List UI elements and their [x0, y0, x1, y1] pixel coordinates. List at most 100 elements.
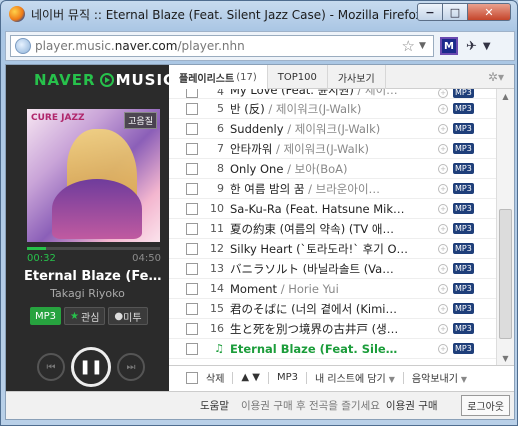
logout-button[interactable]: 로그아웃: [461, 395, 510, 416]
add-circle-icon[interactable]: +: [438, 183, 448, 194]
playlist-row[interactable]: 5 반 (反) / 제이워크(J-Walk) + MP3: [169, 99, 496, 119]
mp3-badge[interactable]: MP3: [453, 103, 474, 114]
like-button[interactable]: ★ 관심: [64, 307, 106, 325]
mp3-badge[interactable]: MP3: [453, 123, 474, 134]
buy-pass-link[interactable]: 이용권 구매: [386, 398, 438, 413]
now-playing-artist[interactable]: Takagi Riyoko: [6, 287, 169, 300]
add-circle-icon[interactable]: +: [438, 223, 448, 234]
gear-icon[interactable]: ✲▾: [478, 65, 514, 89]
chevron-down-icon[interactable]: ▼: [483, 41, 491, 52]
scroll-thumb[interactable]: [499, 209, 512, 339]
track-name[interactable]: 生と死を別つ境界の古井戸 (생…: [230, 321, 434, 337]
row-checkbox[interactable]: [186, 222, 198, 235]
help-link[interactable]: 도움말: [200, 398, 229, 413]
pause-button[interactable]: ❚❚: [71, 347, 111, 387]
row-checkbox[interactable]: [186, 202, 198, 215]
progress-bar[interactable]: [27, 247, 160, 250]
track-name[interactable]: バニラソルト (바닐라솔트 (Va…: [230, 261, 434, 277]
playlist-row[interactable]: 8 Only One / 보아(BoA) + MP3: [169, 159, 496, 179]
bookmark-star-icon[interactable]: ☆: [402, 37, 415, 55]
url-dropdown-icon[interactable]: ▼: [419, 41, 433, 51]
row-checkbox[interactable]: [186, 142, 198, 155]
row-checkbox[interactable]: [186, 89, 198, 98]
row-checkbox[interactable]: [186, 242, 198, 255]
minimize-button[interactable]: −: [417, 3, 443, 21]
playlist-row[interactable]: 7 안타까워 / 제이워크(J-Walk) + MP3: [169, 139, 496, 159]
track-name[interactable]: 君のそばに (너의 곁에서 (Kimi…: [230, 301, 434, 317]
playlist-row[interactable]: 11 夏の約束 (여름의 약속) (TV 애… + MP3: [169, 219, 496, 239]
playlist-row[interactable]: 4 My Love (Feat. 윤지원) / 제이… + MP3: [169, 89, 496, 99]
naver-music-logo[interactable]: NAVER MUSIC: [34, 71, 175, 89]
row-checkbox[interactable]: [186, 282, 198, 295]
previous-button[interactable]: ⏮: [37, 353, 65, 381]
extension-m-icon[interactable]: M: [440, 37, 458, 55]
add-circle-icon[interactable]: +: [438, 143, 448, 154]
mp3-badge[interactable]: MP3: [453, 183, 474, 194]
close-button[interactable]: ✕: [468, 3, 511, 21]
playlist-row[interactable]: 14 Moment / Horie Yui + MP3: [169, 279, 496, 299]
mp3-button[interactable]: MP3: [30, 307, 62, 325]
mp3-badge[interactable]: MP3: [453, 303, 474, 314]
track-name[interactable]: My Love (Feat. 윤지원) / 제이…: [230, 89, 434, 98]
playlist-row[interactable]: 10 Sa-Ku-Ra (Feat. Hatsune Mik… + MP3: [169, 199, 496, 219]
playlist-row[interactable]: 12 Silky Heart (`토라도라!` 후기 O… + MP3: [169, 239, 496, 259]
mp3-badge[interactable]: MP3: [453, 89, 474, 98]
add-circle-icon[interactable]: +: [438, 303, 448, 314]
add-circle-icon[interactable]: +: [438, 123, 448, 134]
playlist-row[interactable]: 15 君のそばに (너의 곁에서 (Kimi… + MP3: [169, 299, 496, 319]
maximize-button[interactable]: □: [443, 3, 468, 21]
track-name[interactable]: Silky Heart (`토라도라!` 후기 O…: [230, 241, 434, 257]
row-checkbox[interactable]: [186, 102, 198, 115]
add-circle-icon[interactable]: +: [438, 203, 448, 214]
row-checkbox[interactable]: [186, 182, 198, 195]
mp3-badge[interactable]: MP3: [453, 203, 474, 214]
track-name[interactable]: Moment / Horie Yui: [230, 282, 434, 296]
add-circle-icon[interactable]: +: [438, 103, 448, 114]
mp3-badge[interactable]: MP3: [453, 223, 474, 234]
select-all-checkbox[interactable]: [186, 371, 198, 384]
next-button[interactable]: ⏭: [117, 353, 145, 381]
playlist-row[interactable]: 9 한 여름 밤의 꿈 / 브라운아이… + MP3: [169, 179, 496, 199]
move-arrows-button[interactable]: ▲ ▼: [241, 372, 260, 383]
scroll-down-icon[interactable]: ▼: [497, 351, 514, 365]
row-checkbox[interactable]: [186, 322, 198, 335]
scrollbar[interactable]: ▲ ▼: [496, 89, 514, 365]
me2day-button[interactable]: ● 미투: [108, 307, 148, 325]
row-checkbox[interactable]: [186, 342, 198, 355]
add-circle-icon[interactable]: +: [438, 343, 448, 354]
track-name[interactable]: Only One / 보아(BoA): [230, 161, 434, 177]
row-checkbox[interactable]: [186, 162, 198, 175]
add-circle-icon[interactable]: +: [438, 263, 448, 274]
playlist-row-now-playing[interactable]: ♫ Eternal Blaze (Feat. Sile… + MP3: [169, 339, 496, 359]
playlist-row[interactable]: 6 Suddenly / 제이워크(J-Walk) + MP3: [169, 119, 496, 139]
add-circle-icon[interactable]: +: [438, 89, 448, 98]
track-name[interactable]: Suddenly / 제이워크(J-Walk): [230, 121, 434, 137]
add-to-list-button[interactable]: 내 리스트에 담기 ▼: [315, 370, 395, 385]
toolbar-mp3-button[interactable]: MP3: [277, 372, 298, 383]
scroll-up-icon[interactable]: ▲: [497, 89, 514, 103]
mp3-badge[interactable]: MP3: [453, 263, 474, 274]
track-name[interactable]: 반 (反) / 제이워크(J-Walk): [230, 101, 434, 117]
mp3-badge[interactable]: MP3: [453, 163, 474, 174]
track-name[interactable]: 夏の約束 (여름의 약속) (TV 애…: [230, 221, 434, 237]
mp3-badge[interactable]: MP3: [453, 143, 474, 154]
row-checkbox[interactable]: [186, 302, 198, 315]
extension-bird-icon[interactable]: ✈: [466, 39, 477, 54]
playlist-row[interactable]: 13 バニラソルト (바닐라솔트 (Va… + MP3: [169, 259, 496, 279]
delete-button[interactable]: 삭제: [206, 370, 224, 385]
row-checkbox[interactable]: [186, 122, 198, 135]
tab-playlist[interactable]: 플레이리스트 (17): [169, 65, 268, 90]
track-name[interactable]: Sa-Ku-Ra (Feat. Hatsune Mik…: [230, 202, 434, 216]
url-field[interactable]: player.music.naver.com/player.nhn ☆ ▼: [10, 35, 434, 57]
mp3-badge[interactable]: MP3: [453, 343, 474, 354]
mp3-badge[interactable]: MP3: [453, 323, 474, 334]
track-name[interactable]: 안타까워 / 제이워크(J-Walk): [230, 141, 434, 157]
mp3-badge[interactable]: MP3: [453, 243, 474, 254]
mp3-badge[interactable]: MP3: [453, 283, 474, 294]
row-checkbox[interactable]: [186, 262, 198, 275]
tab-top100[interactable]: TOP100: [268, 65, 328, 89]
track-name[interactable]: 한 여름 밤의 꿈 / 브라운아이…: [230, 181, 434, 197]
send-music-button[interactable]: 음악보내기 ▼: [412, 370, 467, 385]
tab-lyrics[interactable]: 가사보기: [328, 65, 386, 89]
add-circle-icon[interactable]: +: [438, 323, 448, 334]
